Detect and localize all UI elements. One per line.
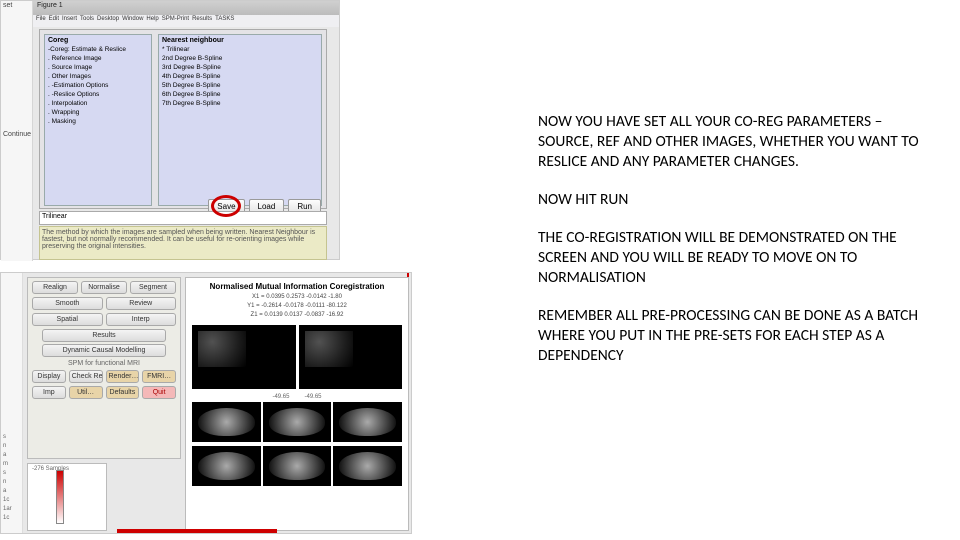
bot-sidebar: s n a m s n a 1c 1ar 1c (1, 273, 23, 533)
window-titlebar: Figure 1 (33, 1, 339, 15)
result-line1: X1 = 0.0395 0.2573 -0.0142 -1.80 (186, 293, 408, 302)
menu-item[interactable]: Help (146, 16, 158, 26)
spm-btn-interp[interactable]: Interp (106, 313, 177, 326)
tree-item[interactable]: . Other Images (48, 72, 148, 81)
tree-item[interactable]: . Reference Image (48, 54, 148, 63)
side-letter: m (1, 460, 22, 469)
panel-wrap: Coreg -Coreg: Estimate & Reslice . Refer… (39, 29, 327, 209)
side-btn[interactable]: set (1, 1, 32, 10)
brain-image (263, 402, 332, 442)
spm-btn-util[interactable]: Util… (69, 386, 103, 399)
spm-btn-dcm[interactable]: Dynamic Causal Modelling (42, 344, 166, 357)
tree-header: Coreg (48, 37, 148, 44)
side-letter: 1ar (1, 505, 22, 514)
result-title: Normalised Mutual Information Coregistra… (186, 282, 408, 291)
spm-btn-quit[interactable]: Quit (142, 386, 176, 399)
brain-image (333, 402, 402, 442)
tree-item[interactable]: -Coreg: Estimate & Reslice (48, 45, 148, 54)
tree-item[interactable]: . Source Image (48, 63, 148, 72)
menu-item[interactable]: Results (192, 16, 212, 26)
menu-item[interactable]: Desktop (97, 16, 119, 26)
brain-row (192, 402, 402, 442)
spm-btn-realign[interactable]: Realign (32, 281, 78, 294)
spm-result-screenshot: s n a m s n a 1c 1ar 1c Realign Normalis… (0, 272, 412, 534)
option-item[interactable]: 7th Degree B-Spline (162, 99, 318, 108)
result-line3: Z1 = 0.0139 0.0137 -0.0837 -16.92 (186, 311, 408, 320)
help-text: The method by which the images are sampl… (39, 226, 327, 260)
option-item[interactable]: * Trilinear (162, 45, 318, 54)
menu-item[interactable]: Edit (49, 16, 59, 26)
spm-btn-display[interactable]: Display (32, 370, 66, 383)
current-value-box[interactable]: Trilinear (39, 211, 327, 225)
tree-item[interactable]: . Interpolation (48, 99, 148, 108)
scan-image (299, 325, 403, 389)
option-item[interactable]: 6th Degree B-Spline (162, 90, 318, 99)
spm-btn-checkreg[interactable]: Check Reg (69, 370, 103, 383)
tree-item[interactable]: . Masking (48, 117, 148, 126)
brain-image (333, 446, 402, 486)
brain-row (192, 446, 402, 486)
brain-image (192, 446, 261, 486)
side-letter: a (1, 487, 22, 496)
spm-btn-smooth[interactable]: Smooth (32, 297, 103, 310)
instruction-p3: THE CO-REGISTRATION WILL BE DEMONSTRATED… (538, 228, 938, 288)
spm-btn-results[interactable]: Results (42, 329, 166, 342)
side-letter: n (1, 478, 22, 487)
menu-item[interactable]: TASKS (215, 16, 234, 26)
side-letter: s (1, 433, 22, 442)
instruction-p1: NOW YOU HAVE SET ALL YOUR CO-REG PARAMET… (538, 112, 938, 172)
colorbar (56, 470, 64, 524)
menubar[interactable]: File Edit Insert Tools Desktop Window He… (33, 15, 339, 27)
option-item[interactable]: 3rd Degree B-Spline (162, 63, 318, 72)
menu-item[interactable]: Window (122, 16, 143, 26)
top-sidebar: set Continue (1, 1, 33, 261)
options-header: Nearest neighbour (162, 37, 318, 44)
menu-item[interactable]: Tools (80, 16, 94, 26)
spm-menu-panel: Realign Normalise Segment Smooth Review … (27, 277, 181, 459)
side-letter: 1c (1, 514, 22, 523)
side-btn-continue[interactable]: Continue (1, 130, 32, 139)
tree-item[interactable]: . -Reslice Options (48, 90, 148, 99)
option-item[interactable]: 5th Degree B-Spline (162, 81, 318, 90)
spm-btn-segment[interactable]: Segment (130, 281, 176, 294)
option-item[interactable]: 2nd Degree B-Spline (162, 54, 318, 63)
instruction-p2: NOW HIT RUN (538, 190, 938, 210)
tree-item[interactable]: . Wrapping (48, 108, 148, 117)
instruction-text: NOW YOU HAVE SET ALL YOUR CO-REG PARAMET… (538, 112, 938, 384)
axis-value: -49.65 -49.65 (186, 394, 408, 400)
spm-subheader: SPM for functional MRI (28, 360, 180, 367)
tree-item[interactable]: . -Estimation Options (48, 81, 148, 90)
brain-image (192, 402, 261, 442)
spm-btn-spatial[interactable]: Spatial (32, 313, 103, 326)
red-strip (117, 529, 277, 533)
menu-item[interactable]: File (36, 16, 46, 26)
brain-image (263, 446, 332, 486)
option-item[interactable]: 4th Degree B-Spline (162, 72, 318, 81)
scan-grid (192, 325, 402, 389)
menu-item[interactable]: Insert (62, 16, 77, 26)
results-figure: Normalised Mutual Information Coregistra… (185, 277, 409, 531)
spm-btn-fmri[interactable]: FMRI… (142, 370, 176, 383)
menu-item[interactable]: SPM-Print (162, 16, 189, 26)
side-letter: a (1, 451, 22, 460)
instruction-p4: REMEMBER ALL PRE-PROCESSING CAN BE DONE … (538, 306, 938, 366)
spm-btn-defaults[interactable]: Defaults (106, 386, 140, 399)
result-line2: Y1 = -0.2614 -0.0178 -0.0111 -80.122 (186, 302, 408, 311)
scan-image (192, 325, 296, 389)
spm-btn-render[interactable]: Render… (106, 370, 140, 383)
options-panel[interactable]: Nearest neighbour * Trilinear 2nd Degree… (158, 34, 322, 206)
side-letter: s (1, 469, 22, 478)
side-letter: 1c (1, 496, 22, 505)
module-tree-panel[interactable]: Coreg -Coreg: Estimate & Reslice . Refer… (44, 34, 152, 206)
colorbar-panel: -276 Samples (27, 463, 107, 531)
spm-btn-normalise[interactable]: Normalise (81, 281, 127, 294)
batch-editor-screenshot: set Continue Figure 1 File Edit Insert T… (0, 0, 340, 260)
side-letter: n (1, 442, 22, 451)
spm-btn-imp[interactable]: Imp (32, 386, 66, 399)
spm-btn-review[interactable]: Review (106, 297, 177, 310)
